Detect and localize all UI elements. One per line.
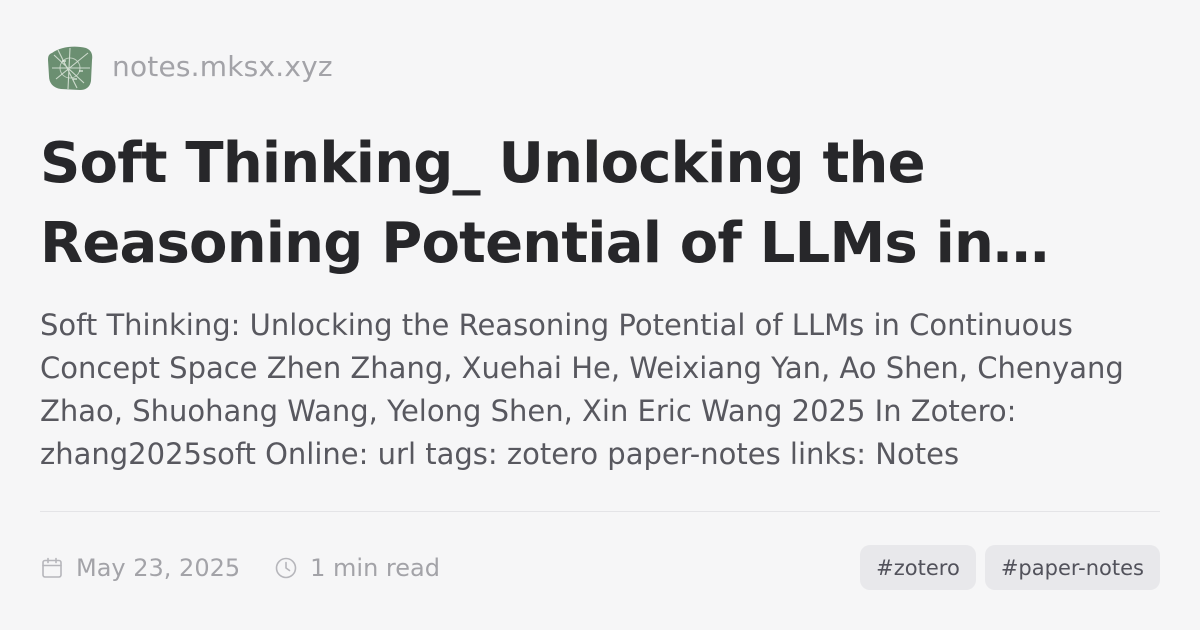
- post-title[interactable]: Soft Thinking_ Unlocking the Reasoning P…: [40, 124, 1160, 284]
- map-logo-icon[interactable]: [44, 41, 96, 93]
- publish-date: May 23, 2025: [40, 554, 240, 582]
- site-header: notes.mksx.xyz: [44, 40, 333, 94]
- post-excerpt: Soft Thinking: Unlocking the Reasoning P…: [40, 308, 1124, 471]
- site-domain[interactable]: notes.mksx.xyz: [112, 53, 333, 81]
- publish-date-text: May 23, 2025: [76, 553, 241, 582]
- divider: [40, 511, 1160, 512]
- tag-zotero[interactable]: #zotero: [860, 545, 976, 590]
- tag-list: #zotero #paper-notes: [860, 545, 1160, 590]
- post-meta-left: May 23, 2025 1 min read: [40, 554, 440, 582]
- tag-paper-notes[interactable]: #paper-notes: [984, 545, 1160, 590]
- clock-icon: [275, 557, 297, 578]
- read-time: 1 min read: [274, 554, 440, 582]
- post-meta: May 23, 2025 1 min read #zotero #paper-n…: [40, 545, 1160, 590]
- calendar-icon: [42, 557, 62, 578]
- read-time-text: 1 min read: [310, 553, 440, 582]
